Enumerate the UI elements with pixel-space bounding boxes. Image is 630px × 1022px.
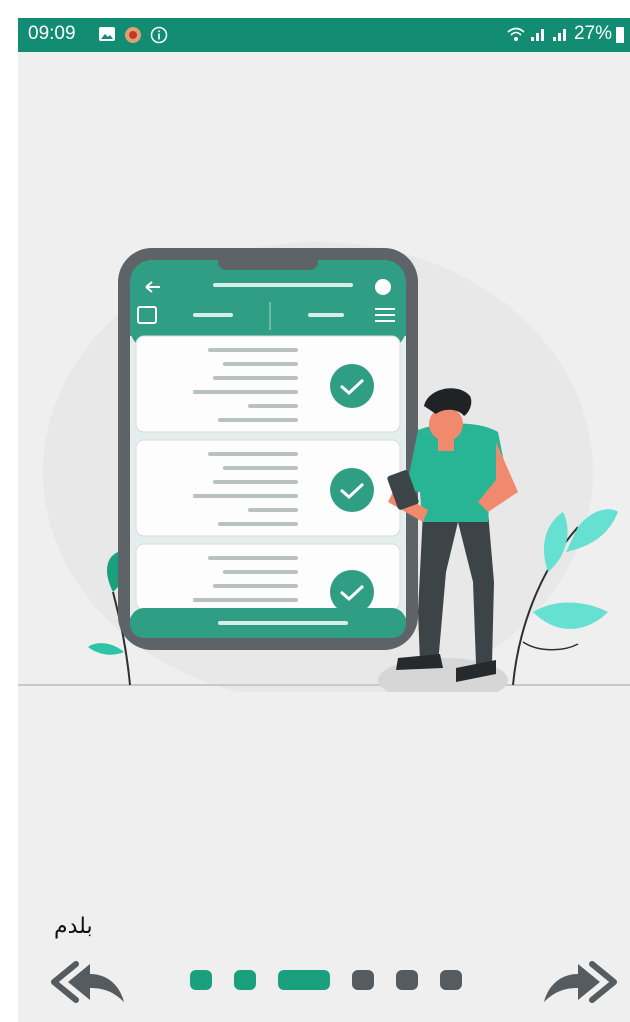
signal-icon [530, 29, 544, 41]
phone-list-card [135, 439, 401, 537]
page-dot-6[interactable] [440, 970, 462, 990]
battery-percent: 27% [573, 23, 612, 44]
page-dot-4[interactable] [352, 970, 374, 990]
onboarding-text: بلدم [54, 914, 93, 939]
previous-button[interactable] [48, 958, 128, 1008]
app-icon [125, 27, 141, 43]
page-dot-1[interactable] [190, 970, 212, 990]
onboarding-screen: 09:09 27% بلدم [18, 18, 630, 1022]
phone-list-card [135, 543, 401, 614]
phone-mockup [118, 248, 418, 650]
status-time: 09:09 [28, 23, 76, 44]
page-dot-3-active[interactable] [278, 970, 330, 990]
page-dot-5[interactable] [396, 970, 418, 990]
signal-icon [552, 29, 566, 41]
image-icon [99, 27, 115, 41]
page-indicator [190, 970, 462, 990]
status-bar: 09:09 27% [18, 18, 630, 52]
phone-list-card [135, 335, 401, 433]
next-button[interactable] [540, 958, 620, 1008]
wifi-icon [507, 27, 525, 41]
battery-icon [616, 27, 624, 43]
double-arrow-forward-icon [544, 961, 617, 1003]
status-right: 27% [506, 23, 624, 45]
onboarding-illustration [18, 242, 630, 692]
page-dot-2[interactable] [234, 970, 256, 990]
info-icon [150, 26, 168, 44]
double-arrow-back-icon [51, 961, 124, 1003]
